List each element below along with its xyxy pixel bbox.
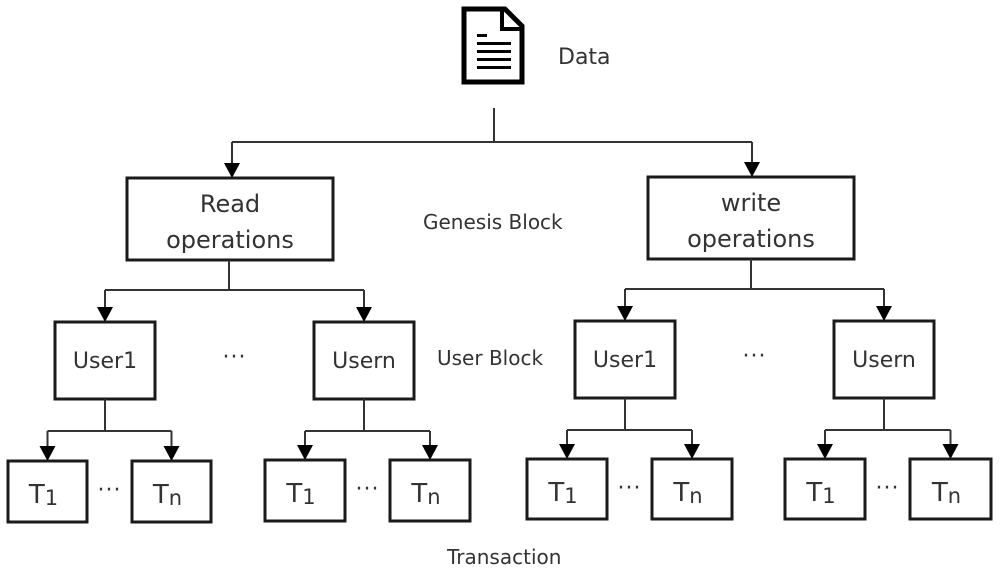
transaction-base: T (547, 478, 564, 508)
write-operations-box-line1: write (721, 189, 781, 217)
user-ellipsis: ··· (223, 345, 247, 370)
arrow-head (297, 445, 313, 460)
transaction-base: T (28, 480, 45, 510)
user-block-0-0-label: User1 (73, 349, 137, 374)
arrow-head (97, 307, 113, 322)
transaction-ellipsis: ··· (876, 476, 900, 501)
transaction-subscript: n (948, 484, 961, 508)
transaction-ellipsis: ··· (98, 478, 122, 503)
transaction-subscript: n (169, 486, 182, 510)
arrow-head (744, 162, 760, 177)
transaction-subscript: n (689, 484, 702, 508)
arrow-head (163, 446, 180, 461)
user-block-1-0-label: User1 (593, 348, 657, 373)
transaction-base: T (152, 480, 169, 510)
write-operations-box-line2: operations (687, 225, 815, 253)
user-block-label: User Block (437, 346, 543, 370)
data-label: Data (558, 45, 611, 70)
transaction-base: T (931, 478, 948, 508)
arrow-head (224, 163, 240, 178)
document-icon (461, 6, 525, 85)
transaction-base: T (672, 478, 689, 508)
user-block-0-1-label: Usern (332, 349, 396, 374)
genesis-block-label: Genesis Block (423, 210, 563, 234)
transaction-subscript: 1 (822, 484, 835, 508)
transaction-subscript: n (427, 485, 440, 509)
arrow-head (876, 306, 892, 321)
arrow-head (39, 446, 56, 461)
transaction-ellipsis: ··· (356, 477, 380, 502)
arrow-head (617, 306, 633, 321)
user-ellipsis: ··· (743, 344, 767, 369)
transaction-subscript: 1 (302, 485, 315, 509)
transaction-subscript: 1 (564, 484, 577, 508)
arrow-head (684, 444, 700, 459)
arrow-head (942, 444, 959, 459)
blockchain-structure-diagram: Data Genesis Block User Block Transactio… (6, 6, 993, 569)
arrow-head (422, 445, 438, 460)
user-block-1-1-label: Usern (852, 348, 916, 373)
arrow-head (356, 307, 372, 322)
transaction-base: T (410, 479, 427, 509)
transaction-ellipsis: ··· (618, 476, 642, 501)
transaction-base: T (285, 479, 302, 509)
arrow-head (559, 444, 575, 459)
transaction-base: T (805, 478, 822, 508)
read-operations-box-line1: Read (200, 190, 260, 218)
transaction-subscript: 1 (45, 486, 58, 510)
arrow-head (817, 444, 833, 459)
transaction-label: Transaction (446, 545, 561, 569)
read-operations-box-line2: operations (166, 226, 294, 254)
